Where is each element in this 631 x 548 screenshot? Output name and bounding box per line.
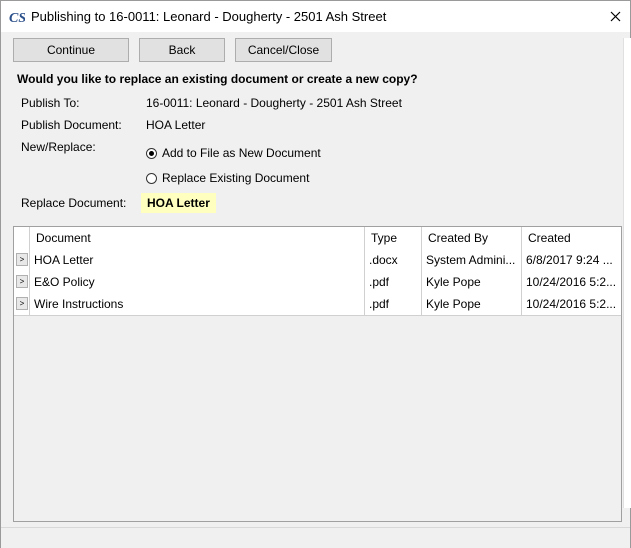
cell-created[interactable]: 6/8/2017 9:24 ... [522,249,621,271]
cell-document[interactable]: E&O Policy [30,271,365,293]
row-expander-cell[interactable]: > [14,249,30,271]
new-replace-label: New/Replace: [21,140,96,154]
radio-add-new[interactable]: Add to File as New Document [146,145,321,161]
cancel-close-button[interactable]: Cancel/Close [235,38,332,62]
row-expander-cell[interactable]: > [14,271,30,293]
question-text: Would you like to replace an existing do… [17,72,418,86]
window-title: Publishing to 16-0011: Leonard - Dougher… [31,9,387,24]
publish-dialog: CS Publishing to 16-0011: Leonard - Doug… [0,0,631,548]
radio-replace-existing[interactable]: Replace Existing Document [146,170,309,186]
title-bar: CS Publishing to 16-0011: Leonard - Doug… [1,1,630,32]
publish-to-label: Publish To: [21,96,80,110]
column-header-document[interactable]: Document [30,227,365,249]
header-expander-column [14,227,30,249]
radio-replace-existing-button[interactable] [146,172,157,184]
publish-to-value: 16-0011: Leonard - Dougherty - 2501 Ash … [146,96,402,110]
background-window-strip [623,38,631,508]
expand-row-icon[interactable]: > [16,275,28,288]
grid-header: Document Type Created By Created [14,227,621,250]
cell-created[interactable]: 10/24/2016 5:2... [522,293,621,315]
close-button[interactable] [600,1,630,32]
continue-button[interactable]: Continue [13,38,129,62]
cs-logo-icon: CS [9,11,25,25]
row-expander-cell[interactable]: > [14,293,30,315]
publish-document-label: Publish Document: [21,118,122,132]
cell-type[interactable]: .pdf [365,293,422,315]
documents-grid: Document Type Created By Created > HOA L… [13,226,622,522]
table-row[interactable]: > HOA Letter .docx System Admini... 6/8/… [14,249,621,272]
table-row[interactable]: > E&O Policy .pdf Kyle Pope 10/24/2016 5… [14,271,621,294]
cell-document[interactable]: HOA Letter [30,249,365,271]
expand-row-icon[interactable]: > [16,297,28,310]
cell-type[interactable]: .docx [365,249,422,271]
column-header-created-by[interactable]: Created By [422,227,522,249]
cell-created[interactable]: 10/24/2016 5:2... [522,271,621,293]
cell-created-by[interactable]: Kyle Pope [422,271,522,293]
close-icon [610,11,620,22]
cell-created-by[interactable]: Kyle Pope [422,293,522,315]
cell-document[interactable]: Wire Instructions [30,293,365,315]
radio-add-new-button[interactable] [146,147,157,159]
cell-type[interactable]: .pdf [365,271,422,293]
radio-replace-existing-label[interactable]: Replace Existing Document [162,171,309,185]
status-bar [1,527,630,548]
back-button[interactable]: Back [139,38,225,62]
expand-row-icon[interactable]: > [16,253,28,266]
publish-document-value: HOA Letter [146,118,206,132]
cell-created-by[interactable]: System Admini... [422,249,522,271]
column-header-created[interactable]: Created [522,227,621,249]
column-header-type[interactable]: Type [365,227,422,249]
svg-text:CS: CS [9,11,25,25]
table-row[interactable]: > Wire Instructions .pdf Kyle Pope 10/24… [14,293,621,316]
replace-document-label: Replace Document: [21,196,127,210]
replace-document-value: HOA Letter [147,196,210,210]
radio-add-new-label[interactable]: Add to File as New Document [162,146,321,160]
